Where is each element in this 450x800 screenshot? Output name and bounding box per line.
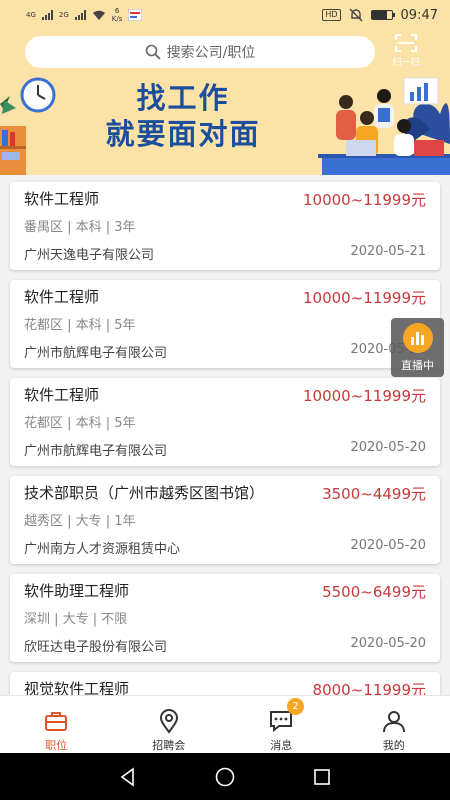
job-title: 软件助理工程师 (24, 582, 130, 600)
job-title: 软件工程师 (24, 386, 100, 404)
job-meta: 花都区 | 本科 | 5年 (24, 416, 136, 431)
job-date: 2020-05-21 (350, 244, 426, 259)
live-bars-icon (402, 323, 433, 353)
search-input[interactable]: 搜索公司/职位 (25, 36, 375, 68)
job-date: 2020-05-20 (350, 440, 426, 455)
status-bar: 4G 2G 6 K/s HD 09:47 (0, 0, 450, 30)
battery-icon (370, 10, 395, 20)
job-list[interactable]: 软件工程师 10000~11999元 番禺区 | 本科 | 3年 广州天逸电子有… (0, 175, 450, 695)
system-nav-bar (0, 753, 450, 800)
job-salary: 8000~11999元 (312, 681, 426, 695)
tab-job-fair[interactable]: 招聘会 (113, 696, 226, 753)
mute-icon (349, 8, 363, 22)
job-card[interactable]: 软件工程师 10000~11999元 花都区 | 本科 | 5年 广州市航辉电子… (10, 378, 440, 466)
hd-badge: HD (322, 9, 341, 21)
job-company: 广州市航辉电子有限公司 (24, 444, 168, 459)
back-icon[interactable] (117, 766, 139, 788)
job-card[interactable]: 软件工程师 10000~11999元 花都区 | 本科 | 5年 广州市航辉电子… (10, 280, 440, 368)
job-meta: 花都区 | 本科 | 5年 (24, 318, 136, 333)
job-card[interactable]: 视觉软件工程师 8000~11999元 (10, 672, 440, 695)
banner-line1: 找工作 (136, 81, 230, 115)
recents-icon[interactable] (311, 766, 333, 788)
job-meta: 深圳 | 大专 | 不限 (24, 612, 128, 627)
search-placeholder: 搜索公司/职位 (166, 45, 256, 61)
status-right: HD 09:47 (322, 8, 438, 23)
job-date: 2020-05-20 (350, 636, 426, 651)
job-title: 软件工程师 (24, 288, 100, 306)
job-salary: 10000~11999元 (302, 191, 426, 209)
tab-messages[interactable]: 2 消息 (225, 696, 338, 753)
location-pin-icon (159, 709, 178, 734)
home-icon[interactable] (214, 766, 236, 788)
job-company: 广州市航辉电子有限公司 (24, 346, 168, 361)
job-company: 广州天逸电子有限公司 (24, 248, 155, 263)
user-icon (382, 711, 405, 733)
clock: 09:47 (400, 7, 438, 23)
net-speed-unit: K/s (111, 15, 123, 23)
job-card[interactable]: 软件助理工程师 5500~6499元 深圳 | 大专 | 不限 欣旺达电子股份有… (10, 574, 440, 662)
banner-title: 找工作 就要面对面 (68, 80, 298, 152)
search-icon (145, 44, 161, 60)
signal-icon (74, 10, 86, 20)
job-company: 欣旺达电子股份有限公司 (24, 640, 168, 655)
scan-button[interactable]: 扫一扫 (384, 32, 428, 72)
job-salary: 5500~6499元 (322, 583, 426, 601)
job-meta: 番禺区 | 本科 | 3年 (24, 220, 136, 235)
tab-profile[interactable]: 我的 (338, 696, 450, 753)
live-stream-button[interactable]: 直播中 (391, 318, 444, 377)
job-title: 技术部职员（广州市越秀区图书馆） (24, 484, 265, 502)
job-meta: 越秀区 | 大专 | 1年 (24, 514, 136, 529)
job-title: 视觉软件工程师 (24, 680, 130, 695)
tab-label: 职位 (45, 739, 68, 752)
sim1-label: 4G (26, 11, 36, 19)
unread-badge: 2 (287, 698, 304, 715)
job-card[interactable]: 软件工程师 10000~11999元 番禺区 | 本科 | 3年 广州天逸电子有… (10, 182, 440, 270)
job-company: 广州南方人才资源租赁中心 (24, 542, 181, 557)
search-header: 搜索公司/职位 扫一扫 (0, 30, 450, 74)
status-left: 4G 2G 6 K/s (26, 7, 143, 23)
job-salary: 10000~11999元 (302, 289, 426, 307)
app-notification-icon (128, 9, 143, 21)
signal-icon (41, 10, 53, 20)
briefcase-icon (45, 712, 68, 731)
job-title: 软件工程师 (24, 190, 100, 208)
job-salary: 3500~4499元 (322, 485, 426, 503)
scan-label: 扫一扫 (392, 58, 420, 68)
live-label: 直播中 (401, 359, 434, 372)
tab-label: 招聘会 (152, 739, 186, 752)
net-speed: 6 K/s (112, 7, 123, 23)
promo-banner[interactable]: 找工作 就要面对面 (0, 74, 450, 175)
wifi-icon (92, 10, 105, 20)
banner-line2: 就要面对面 (105, 117, 261, 151)
battery-fill (371, 11, 387, 19)
job-date: 2020-05-20 (350, 538, 426, 553)
tab-label: 消息 (270, 739, 293, 752)
bottom-tabbar: 职位 招聘会 2 消息 我的 (0, 695, 450, 753)
job-salary: 10000~11999元 (302, 387, 426, 405)
tab-jobs[interactable]: 职位 (0, 696, 113, 753)
scan-icon (395, 34, 417, 52)
net-speed-value: 6 (114, 7, 120, 15)
sim2-label: 2G (58, 11, 69, 19)
job-card[interactable]: 技术部职员（广州市越秀区图书馆） 3500~4499元 越秀区 | 大专 | 1… (10, 476, 440, 564)
tab-label: 我的 (382, 739, 405, 752)
